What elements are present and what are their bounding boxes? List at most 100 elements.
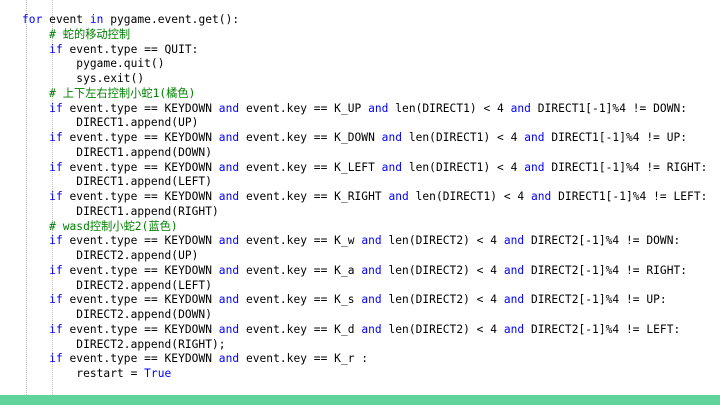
code-comment: # wasd控制小蛇2(蓝色) [22, 219, 178, 233]
code-keyword: and [530, 190, 559, 203]
code-keyword: if [49, 131, 70, 144]
code-text: event.key == K_UP [245, 101, 369, 115]
code-text: DIRECT1.append(UP) [22, 116, 199, 130]
code-text: event.type == KEYDOWN [69, 293, 219, 307]
code-keyword: if [49, 190, 70, 203]
code-text: event.key == K_a [245, 263, 362, 277]
code-keyword: and [218, 101, 246, 115]
code-line: DIRECT1.append(DOWN) [22, 145, 212, 160]
code-keyword: and [218, 263, 246, 277]
code-text: event.key == K_r : [245, 352, 369, 366]
code-text: len(DIRECT1) < 4 [408, 131, 525, 144]
code-text: DIRECT1[-1]%4 != UP: [551, 131, 688, 144]
code-line: if event.type == KEYDOWN and event.key =… [22, 351, 368, 366]
code-keyword: if [49, 42, 70, 56]
code-line: DIRECT1.append(LEFT) [22, 174, 212, 189]
code-text: len(DIRECT1) < 4 [408, 160, 525, 174]
code-line: if event.type == KEYDOWN and event.key =… [22, 101, 687, 116]
code-text: len(DIRECT2) < 4 [388, 263, 504, 277]
code-keyword: if [49, 160, 70, 174]
code-keyword: and [503, 234, 531, 248]
code-keyword: for [22, 13, 50, 26]
code-keyword: True [144, 367, 172, 380]
code-text: DIRECT2.append(RIGHT); [22, 337, 226, 351]
code-line: # wasd控制小蛇2(蓝色) [22, 219, 178, 234]
code-text: len(DIRECT2) < 4 [388, 322, 504, 336]
code-keyword: and [218, 293, 246, 307]
code-line: sys.exit() [22, 71, 144, 86]
code-text: event.key == K_LEFT [245, 160, 382, 174]
code-keyword: and [503, 263, 531, 277]
code-text: pygame.quit() [22, 57, 165, 71]
code-keyword: and [503, 293, 531, 307]
bottom-accent-bar [0, 395, 720, 405]
code-line: DIRECT2.append(DOWN) [22, 307, 212, 322]
code-line: if event.type == KEYDOWN and event.key =… [22, 130, 687, 145]
code-keyword: and [361, 293, 389, 307]
code-text: len(DIRECT2) < 4 [388, 293, 504, 307]
code-keyword: if [49, 322, 70, 336]
code-keyword: and [361, 263, 389, 277]
code-line: DIRECT2.append(RIGHT); [22, 337, 226, 352]
code-keyword: and [218, 352, 246, 366]
code-text: event.type == KEYDOWN [69, 101, 219, 115]
code-text: DIRECT1.append(RIGHT) [22, 204, 219, 218]
code-line: if event.type == QUIT: [22, 42, 198, 57]
code-text: DIRECT1[-1]%4 != DOWN: [537, 101, 688, 115]
code-line: if event.type == KEYDOWN and event.key =… [22, 263, 687, 278]
code-line: DIRECT2.append(UP) [22, 248, 198, 263]
code-text: event.type == KEYDOWN [69, 131, 219, 144]
code-keyword: and [218, 160, 246, 174]
code-line: if event.type == KEYDOWN and event.key =… [22, 292, 667, 307]
code-text: DIRECT2.append(UP) [22, 249, 199, 262]
code-text: DIRECT2[-1]%4 != RIGHT: [530, 263, 688, 277]
code-line: if event.type == KEYDOWN and event.key =… [22, 189, 707, 204]
code-text: event.type == KEYDOWN [69, 322, 219, 336]
code-comment: # 上下左右控制小蛇1(橘色) [22, 86, 196, 100]
code-editor[interactable]: for event in pygame.event.get(): # 蛇的移动控… [0, 0, 720, 395]
code-comment: # 蛇的移动控制 [22, 27, 131, 41]
code-text: DIRECT1[-1]%4 != RIGHT: [551, 160, 708, 174]
code-text: event.key == K_RIGHT [245, 190, 389, 203]
code-keyword: and [361, 234, 389, 248]
code-keyword: and [524, 131, 552, 144]
code-text: event.type == KEYDOWN [69, 234, 219, 248]
code-text: event.key == K_w [245, 234, 362, 248]
code-text: DIRECT1[-1]%4 != LEFT: [558, 190, 708, 203]
code-keyword: if [49, 293, 70, 307]
code-text: DIRECT2[-1]%4 != LEFT: [530, 322, 681, 336]
code-text: event.key == K_s [245, 293, 362, 307]
code-keyword: and [218, 190, 246, 203]
code-line: # 蛇的移动控制 [22, 27, 130, 42]
code-text: len(DIRECT2) < 4 [388, 234, 504, 248]
code-line: DIRECT1.append(UP) [22, 115, 198, 130]
code-text: event.type == KEYDOWN [69, 352, 219, 366]
code-line: restart = True [22, 366, 171, 381]
code-text: pygame.event.get(): [110, 13, 240, 26]
code-text: event.type == KEYDOWN [69, 190, 219, 203]
code-keyword: and [503, 322, 531, 336]
code-line: pygame.quit() [22, 56, 165, 71]
code-keyword: and [510, 101, 538, 115]
vertical-scrollbar[interactable] [714, 0, 720, 395]
code-text: len(DIRECT1) < 4 [395, 101, 511, 115]
code-text: event.type == KEYDOWN [69, 160, 219, 174]
code-keyword: and [218, 131, 246, 144]
code-text: DIRECT2.append(DOWN) [22, 308, 212, 321]
code-keyword: and [381, 160, 409, 174]
code-text: DIRECT1.append(DOWN) [22, 145, 212, 159]
code-text: DIRECT2[-1]%4 != UP: [530, 293, 667, 307]
code-keyword: and [218, 322, 246, 336]
code-keyword: and [388, 190, 416, 203]
code-keyword: if [49, 352, 70, 366]
code-keyword: and [218, 234, 246, 248]
